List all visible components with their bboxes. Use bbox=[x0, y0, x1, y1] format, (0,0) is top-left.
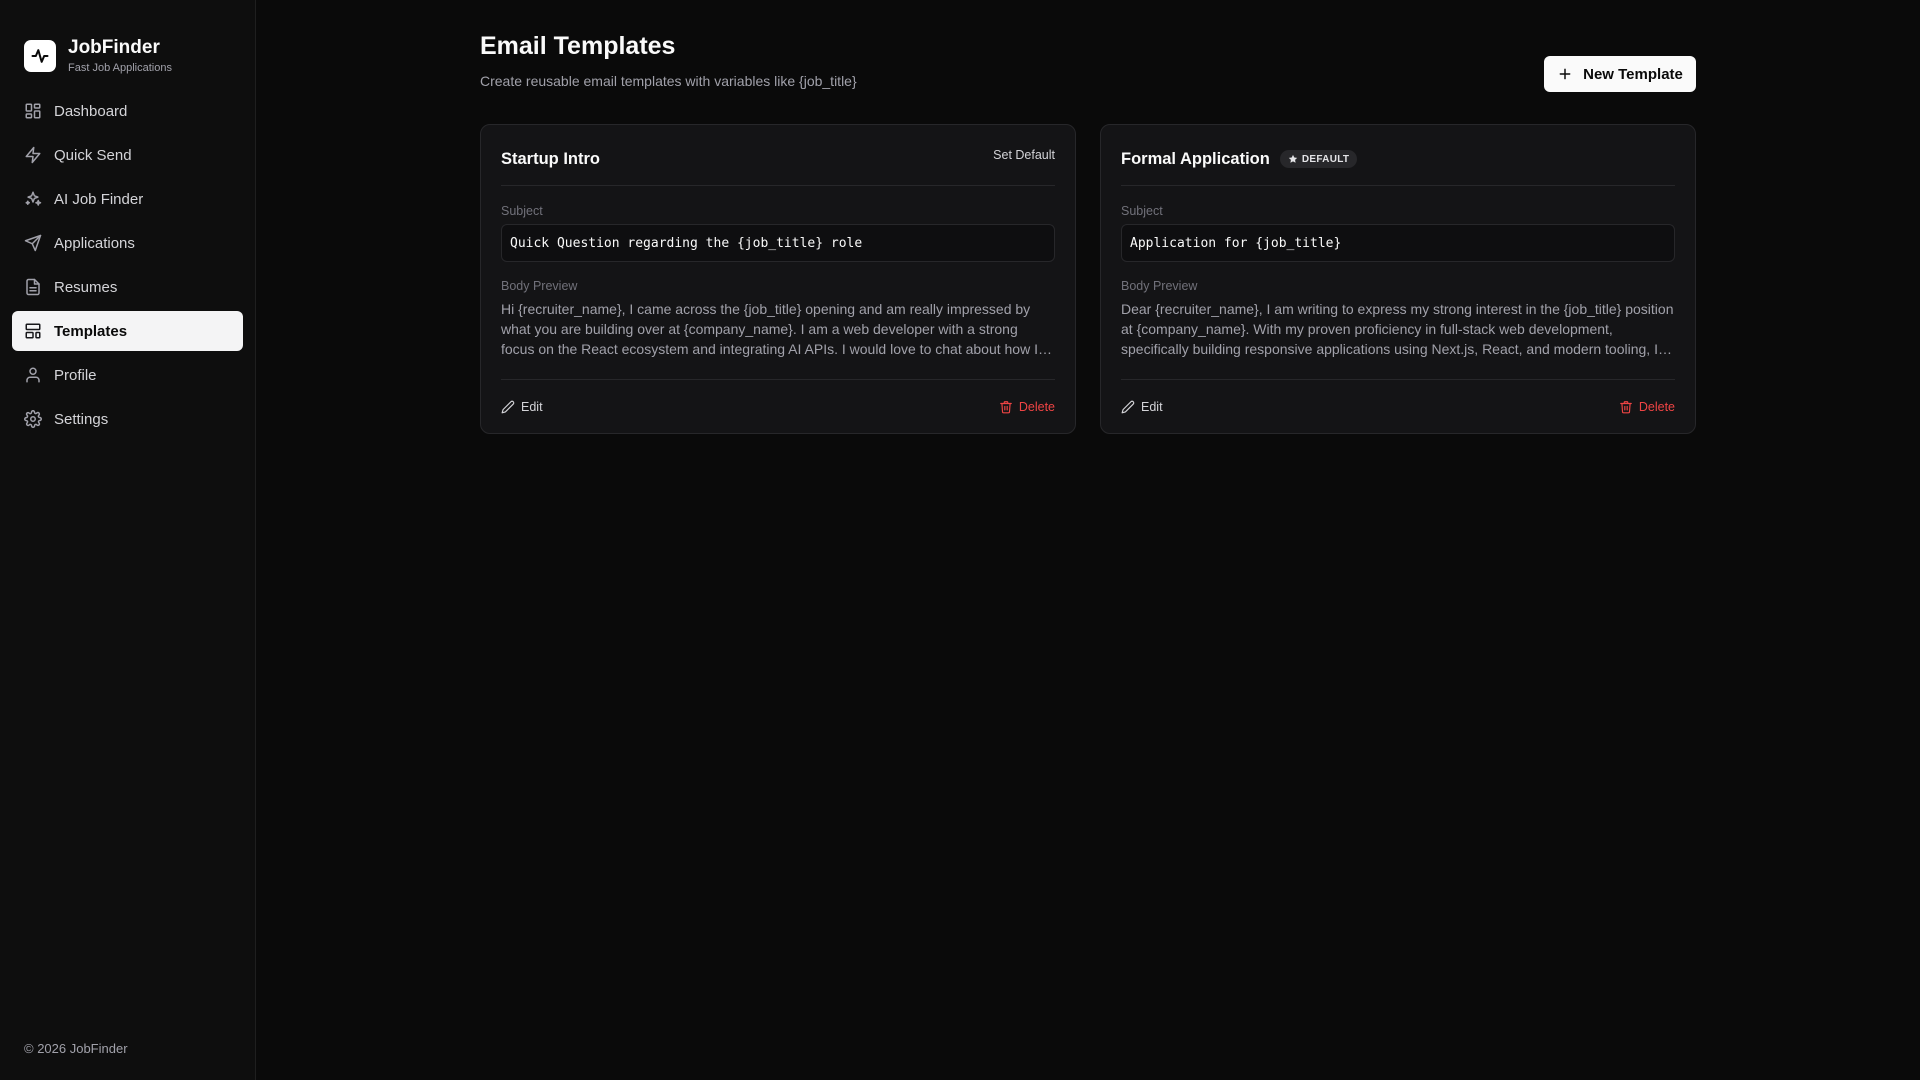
main-content: Email Templates Create reusable email te… bbox=[256, 0, 1920, 1080]
edit-button[interactable]: Edit bbox=[501, 400, 543, 414]
sidebar-item-label: Settings bbox=[54, 410, 109, 428]
card-header: Formal Application DEFAULT bbox=[1121, 125, 1675, 186]
templates-icon bbox=[24, 322, 42, 340]
sidebar-item-label: AI Job Finder bbox=[54, 190, 144, 208]
user-icon bbox=[24, 366, 42, 384]
document-icon bbox=[24, 278, 42, 296]
sidebar-item-label: Templates bbox=[54, 322, 128, 340]
star-icon bbox=[1288, 154, 1297, 163]
template-name: Startup Intro bbox=[501, 149, 600, 168]
sidebar-footer: © 2026 JobFinder bbox=[24, 1041, 128, 1056]
template-name: Formal Application bbox=[1121, 149, 1270, 168]
sidebar-item-label: Quick Send bbox=[54, 146, 132, 164]
plus-icon bbox=[1557, 66, 1573, 82]
activity-logo-icon bbox=[24, 40, 56, 72]
body-preview: Hi {recruiter_name}, I came across the {… bbox=[501, 301, 1038, 357]
sidebar-item-label: Profile bbox=[54, 366, 97, 384]
sidebar: JobFinder Fast Job Applications Dashboar… bbox=[0, 0, 256, 1080]
page-subtitle: Create reusable email templates with var… bbox=[480, 73, 857, 89]
delete-label: Delete bbox=[1638, 399, 1675, 414]
app-root: JobFinder Fast Job Applications Dashboar… bbox=[0, 0, 1920, 1080]
pencil-icon bbox=[1121, 400, 1135, 413]
pencil-icon bbox=[501, 400, 515, 413]
sidebar-item-label: Dashboard bbox=[54, 102, 128, 120]
sidebar-item-label: Resumes bbox=[54, 278, 118, 296]
body-preview-label: Body Preview bbox=[1121, 279, 1198, 293]
default-badge-label: DEFAULT bbox=[1301, 153, 1350, 165]
brand-tagline: Fast Job Applications bbox=[68, 62, 172, 74]
trash-icon bbox=[1620, 400, 1632, 413]
subject-field: Application for {job_title} bbox=[1121, 224, 1675, 262]
templates-grid: Startup Intro Set Default Subject Quick … bbox=[480, 124, 1696, 434]
set-default-button[interactable]: Set Default bbox=[993, 148, 1055, 162]
new-template-button[interactable]: New Template bbox=[1544, 56, 1696, 92]
delete-button[interactable]: Delete bbox=[999, 400, 1055, 414]
body-preview-label: Body Preview bbox=[501, 279, 578, 293]
edit-button[interactable]: Edit bbox=[1121, 400, 1163, 414]
sidebar-item-quick-send[interactable]: Quick Send bbox=[12, 135, 243, 175]
sidebar-item-templates[interactable]: Templates bbox=[12, 311, 243, 351]
card-footer: Edit Delete bbox=[1121, 379, 1675, 433]
card-header: Startup Intro Set Default bbox=[501, 125, 1055, 186]
lightning-icon bbox=[24, 146, 42, 164]
sidebar-item-settings[interactable]: Settings bbox=[12, 399, 243, 439]
send-icon bbox=[24, 234, 42, 252]
default-badge: DEFAULT bbox=[1279, 150, 1358, 168]
sidebar-item-resumes[interactable]: Resumes bbox=[12, 267, 243, 307]
sidebar-item-ai-job-finder[interactable]: AI Job Finder bbox=[12, 179, 243, 219]
delete-button[interactable]: Delete bbox=[1619, 400, 1675, 414]
card-footer: Edit Delete bbox=[501, 379, 1055, 433]
sidebar-nav: Dashboard Quick Send AI Job Finder Appli… bbox=[0, 91, 255, 439]
subject-field: Quick Question regarding the {job_title}… bbox=[501, 224, 1055, 262]
sidebar-item-profile[interactable]: Profile bbox=[12, 355, 243, 395]
template-card: Formal Application DEFAULT Subject Appli… bbox=[1100, 124, 1696, 434]
page-title: Email Templates bbox=[480, 32, 676, 60]
gear-icon bbox=[24, 410, 42, 428]
subject-label: Subject bbox=[501, 204, 543, 218]
sidebar-item-applications[interactable]: Applications bbox=[12, 223, 243, 263]
brand[interactable]: JobFinder Fast Job Applications bbox=[0, 0, 255, 87]
edit-label: Edit bbox=[1141, 399, 1163, 414]
subject-label: Subject bbox=[1121, 204, 1163, 218]
sidebar-item-dashboard[interactable]: Dashboard bbox=[12, 91, 243, 131]
body-preview: Dear {recruiter_name}, I am writing to e… bbox=[1121, 301, 1674, 357]
brand-name: JobFinder bbox=[68, 37, 160, 58]
sparkles-icon bbox=[24, 190, 42, 208]
new-template-label: New Template bbox=[1583, 65, 1683, 83]
template-card: Startup Intro Set Default Subject Quick … bbox=[480, 124, 1076, 434]
delete-label: Delete bbox=[1018, 399, 1055, 414]
sidebar-item-label: Applications bbox=[54, 234, 135, 252]
edit-label: Edit bbox=[521, 399, 543, 414]
dashboard-icon bbox=[24, 102, 42, 120]
trash-icon bbox=[1000, 400, 1012, 413]
